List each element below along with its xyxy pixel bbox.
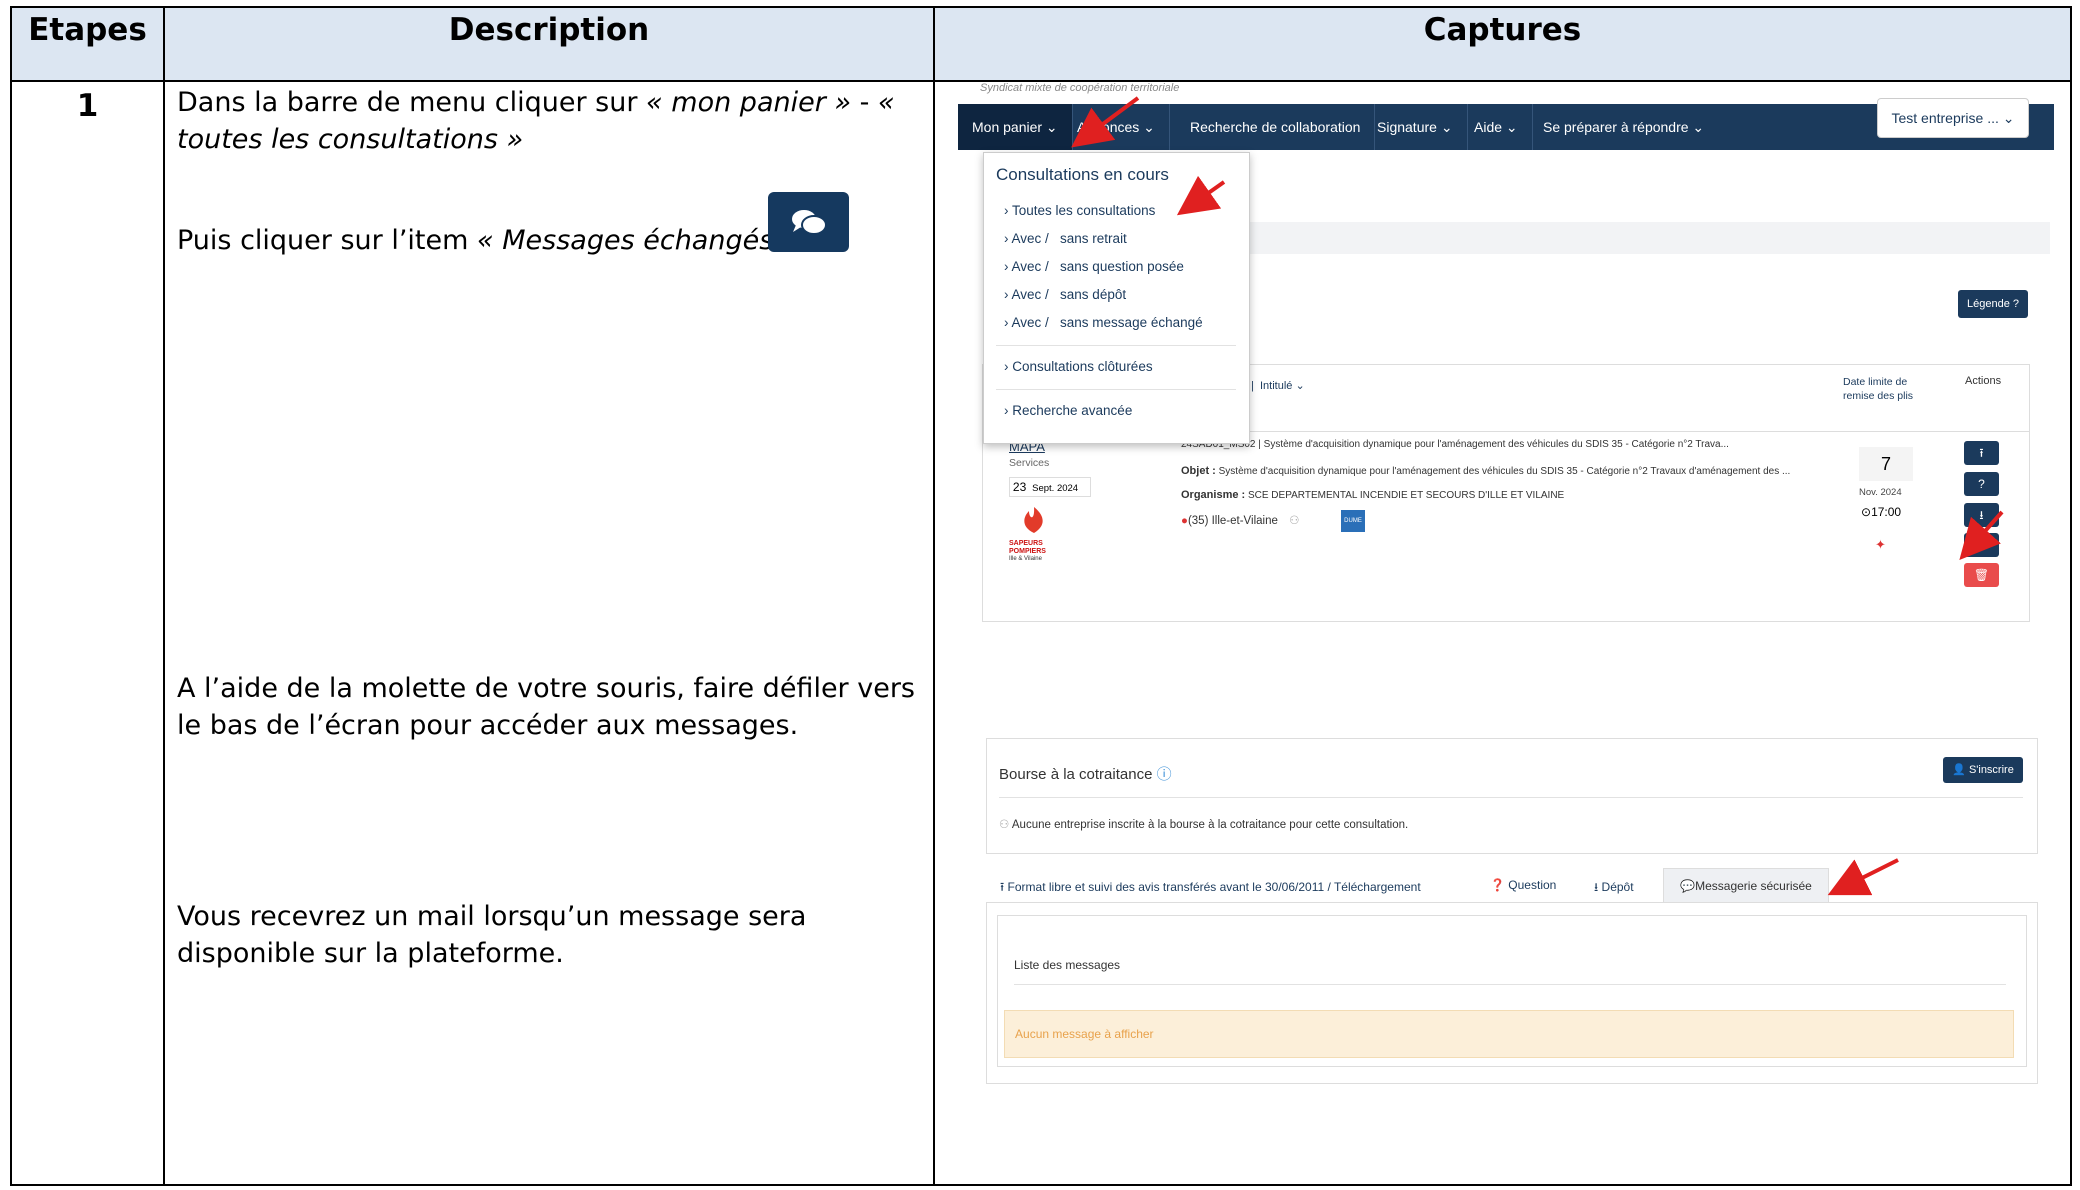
steps-table: Etapes Description Captures 1 Dans la ba… — [10, 6, 2072, 1186]
header-description: Description — [448, 12, 650, 48]
arrow-mon-panier — [1071, 96, 1140, 148]
messages-button-illustration — [768, 192, 849, 252]
comments-icon — [792, 210, 827, 235]
column-divider — [933, 8, 935, 1184]
column-divider — [163, 8, 165, 1184]
desc-text: - — [851, 87, 878, 118]
arrow-toutes-consultations — [1176, 175, 1226, 216]
header-captures-cell: Captures — [935, 8, 2070, 80]
header-etapes: Etapes — [28, 12, 147, 48]
desc-italic: « mon panier » — [646, 87, 852, 118]
desc-text: Puis cliquer sur l’item — [177, 225, 477, 256]
description-paragraph-4: Vous recevrez un mail lorsqu’un message … — [177, 901, 807, 969]
header-etapes-cell: Etapes — [12, 8, 163, 80]
arrow-messages-button — [1959, 510, 2004, 560]
description-paragraph-3: A l’aide de la molette de votre souris, … — [177, 673, 915, 741]
arrow-messagerie-tab — [1827, 858, 1899, 896]
annotation-arrows — [1071, 96, 2004, 896]
header-captures: Captures — [1423, 12, 1582, 48]
description-paragraph-1: Dans la barre de menu cliquer sur « mon … — [177, 84, 937, 158]
header-description-cell: Description — [165, 8, 933, 80]
desc-text: Dans la barre de menu cliquer sur — [177, 87, 647, 118]
desc-italic: « Messages échangés » : — [477, 225, 817, 256]
step-number: 1 — [76, 88, 99, 124]
capture-area: Syndicat mixte de coopération territoria… — [952, 80, 2080, 1190]
